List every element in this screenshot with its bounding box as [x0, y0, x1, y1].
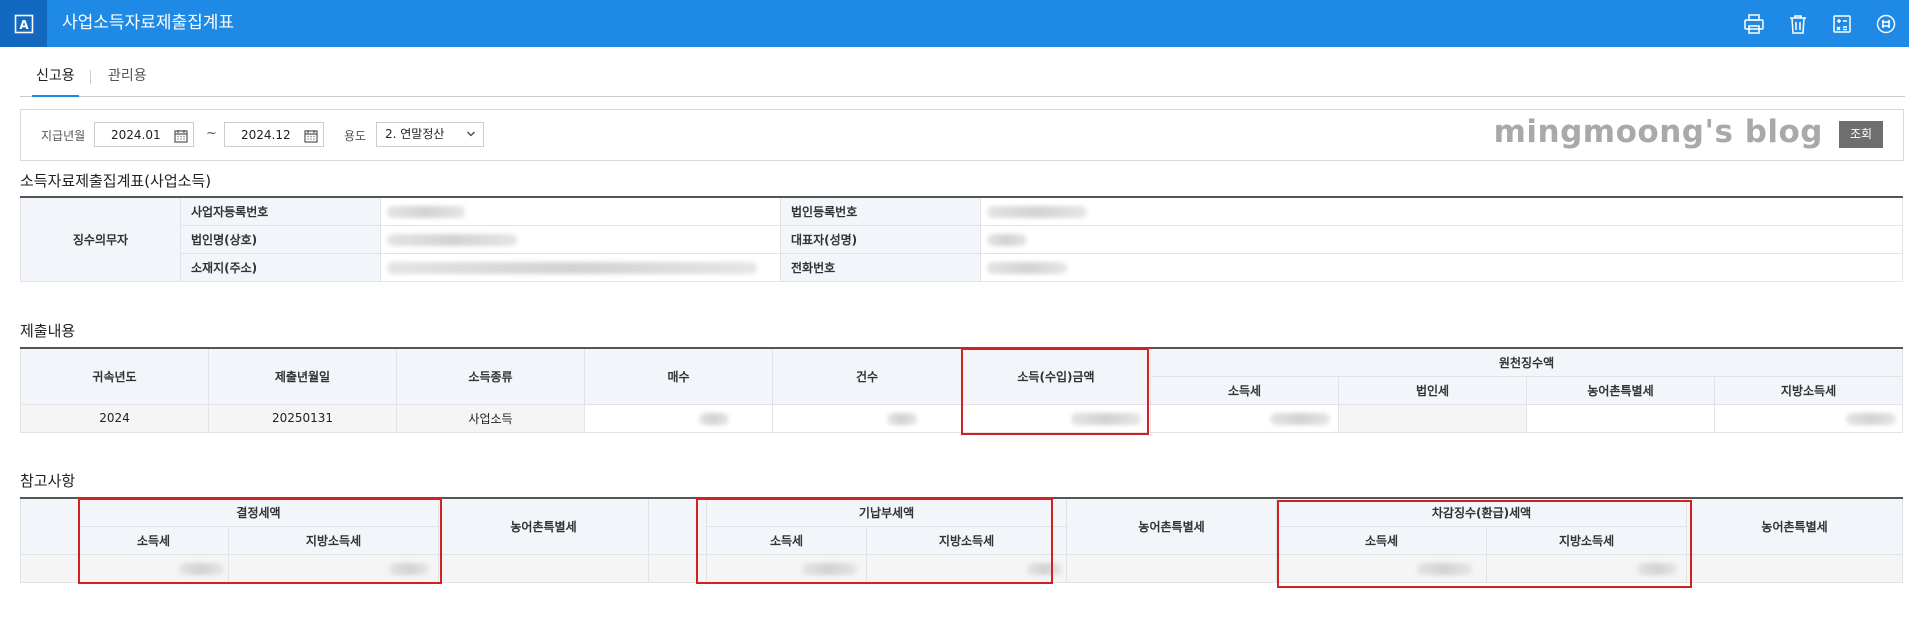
section-title-summary: 소득자료제출집계표(사업소득): [20, 172, 212, 190]
search-panel: 지급년월 2024.01 ~ 2024.12 용도 2. 연말정산 mingmo…: [20, 109, 1904, 161]
address-value: [380, 252, 781, 282]
cell-income-tax: [1150, 403, 1339, 433]
cell-decided-income-tax: [78, 553, 229, 583]
group-header-paid-tax: 기납부세액: [706, 497, 1068, 527]
col-header-rural-tax: 농어촌특별세: [1066, 497, 1278, 555]
cell-income-type: 사업소득: [396, 403, 585, 433]
company-name-value: [380, 224, 781, 254]
col-header-income-tax: 소득세: [706, 525, 868, 555]
group-header-diff-tax: 차감징수(환급)세액: [1276, 497, 1688, 527]
end-date-field[interactable]: 2024.12: [224, 122, 324, 147]
col-header-local-tax: 지방소득세: [1486, 525, 1688, 555]
biz-reg-no-value: [380, 196, 781, 226]
col-header-income-type: 소득종류: [396, 347, 585, 405]
col-header-income-tax: 소득세: [1276, 525, 1488, 555]
ceo-name-value: [980, 224, 1903, 254]
phone-value: [980, 252, 1903, 282]
purpose-select[interactable]: 2. 연말정산: [376, 122, 484, 147]
calendar-icon[interactable]: [174, 127, 188, 152]
col-header-rural-tax: 농어촌특별세: [1686, 497, 1904, 555]
cell-blank: [20, 553, 79, 583]
col-header-local-tax: 지방소득세: [866, 525, 1068, 555]
cell-year: 2024: [20, 403, 209, 433]
col-header-local-tax: 지방소득세: [227, 525, 440, 555]
col-header-income-tax: 소득세: [1150, 375, 1339, 405]
svg-text:A: A: [19, 18, 29, 32]
app-logo-icon: A: [0, 0, 47, 47]
cell-corp-tax: [1338, 403, 1527, 433]
search-button[interactable]: 조회: [1839, 121, 1883, 148]
company-name-label: 법인명(상호): [180, 224, 381, 254]
col-header-local-tax: 지방소득세: [1713, 375, 1904, 405]
corp-reg-no-label: 법인등록번호: [780, 196, 981, 226]
period-label: 지급년월: [41, 129, 86, 143]
ceo-name-label: 대표자(성명): [780, 224, 981, 254]
cell-paid-rural-tax: [1066, 553, 1278, 583]
reference-table: 결정세액 농어촌특별세 기납부세액 농어촌특별세 차감징수(환급)세액 농어촌특…: [20, 497, 1904, 583]
start-date-value: 2024.01: [111, 128, 161, 142]
settings-icon[interactable]: [1873, 11, 1899, 37]
cell-decided-rural-tax: [438, 553, 650, 583]
ref-blank-header: [20, 497, 79, 555]
withholder-label: 징수의무자: [20, 196, 181, 282]
tab-divider: [90, 70, 91, 84]
biz-reg-no-label: 사업자등록번호: [180, 196, 381, 226]
col-header-rural-tax: 농어촌특별세: [438, 497, 650, 555]
table-row: [20, 553, 1904, 583]
cell-local-tax: [1713, 403, 1904, 433]
cell-rural-tax: [1526, 403, 1715, 433]
phone-label: 전화번호: [780, 252, 981, 282]
group-header-decided-tax: 결정세액: [77, 497, 440, 527]
range-separator: ~: [206, 126, 217, 141]
col-header-corp-tax: 법인세: [1338, 375, 1527, 405]
cell-diff-rural-tax: [1686, 553, 1904, 583]
cell-diff-local-tax: [1486, 553, 1688, 583]
cell-count: [584, 403, 773, 433]
cell-diff-income-tax: [1276, 553, 1488, 583]
cell-amount: [961, 403, 1151, 433]
trash-icon[interactable]: [1785, 11, 1811, 37]
corp-reg-no-value: [980, 196, 1903, 226]
col-header-submit-date: 제출년월일: [208, 347, 397, 405]
page-title: 사업소득자료제출집계표: [62, 13, 235, 33]
blog-watermark: mingmoong's blog: [1493, 114, 1823, 150]
cell-decided-local-tax: [227, 553, 440, 583]
col-header-income-tax: 소득세: [78, 525, 229, 555]
cell-paid-local-tax: [866, 553, 1068, 583]
calculator-icon[interactable]: [1829, 11, 1855, 37]
end-date-value: 2024.12: [241, 128, 291, 142]
print-icon[interactable]: [1741, 11, 1767, 37]
submission-table: 귀속년도 제출년월일 소득종류 매수 건수 소득(수입)금액 원천징수액 소득세…: [20, 347, 1904, 433]
section-title-reference: 참고사항: [20, 472, 76, 490]
col-header-amount: 소득(수입)금액: [961, 347, 1151, 405]
col-header-withholding: 원천징수액: [1149, 347, 1904, 377]
address-label: 소재지(주소): [180, 252, 381, 282]
purpose-value: 2. 연말정산: [385, 127, 445, 141]
withholder-info-table: 징수의무자 사업자등록번호 법인등록번호 법인명(상호) 대표자(성명) 소재지…: [20, 196, 1903, 282]
col-header-rural-tax: 농어촌특별세: [1526, 375, 1715, 405]
col-header-count: 매수: [584, 347, 773, 405]
start-date-field[interactable]: 2024.01: [94, 122, 194, 147]
ref-blank-header: [648, 497, 708, 555]
tab-bar: 신고용 관리용: [20, 58, 1905, 97]
tab-report[interactable]: 신고용: [32, 58, 79, 97]
table-row: 2024 20250131 사업소득: [20, 403, 1904, 433]
tab-management[interactable]: 관리용: [108, 58, 147, 96]
title-bar: A 사업소득자료제출집계표: [0, 0, 1909, 47]
col-header-cases: 건수: [772, 347, 962, 405]
cell-submit-date: 20250131: [208, 403, 397, 433]
cell-blank: [648, 553, 708, 583]
section-title-submission: 제출내용: [20, 322, 76, 340]
col-header-year: 귀속년도: [20, 347, 209, 405]
chevron-down-icon: [466, 125, 476, 151]
cell-paid-income-tax: [706, 553, 868, 583]
purpose-label: 용도: [344, 129, 367, 143]
cell-cases: [772, 403, 962, 433]
calendar-icon[interactable]: [304, 127, 318, 152]
